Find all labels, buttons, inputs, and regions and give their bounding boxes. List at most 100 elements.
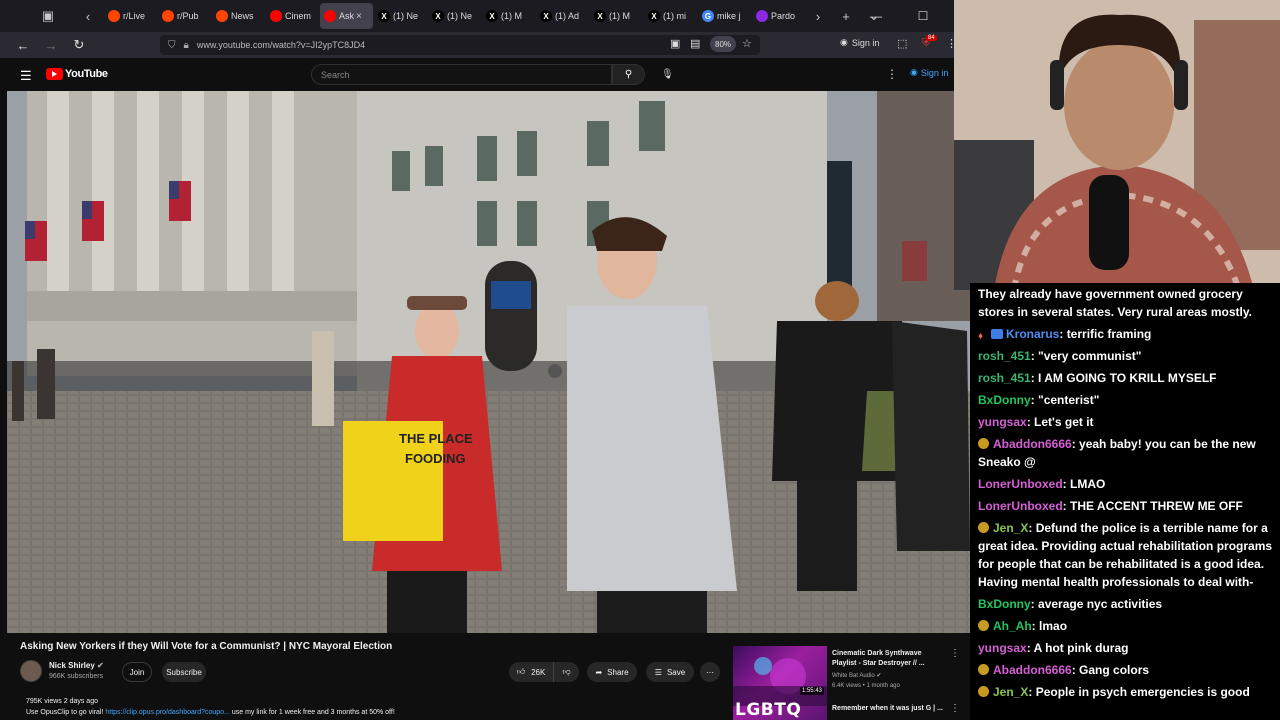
scroll-tabs-left-icon[interactable]: ‹ <box>76 4 100 28</box>
chat-username[interactable]: LonerUnboxed <box>978 499 1063 513</box>
chat-separator: : <box>1026 415 1035 429</box>
channel-avatar[interactable] <box>20 660 42 682</box>
browser-tab-label: (1) Ne <box>393 11 419 21</box>
browser-tab[interactable]: X (1) M <box>482 3 535 29</box>
browser-tab[interactable]: r/Pub <box>158 3 211 29</box>
save-button[interactable]: ☰ Save <box>646 662 694 682</box>
browser-tab-label: (1) M <box>501 11 522 21</box>
chat-username[interactable]: BxDonny <box>978 393 1031 407</box>
channel-name[interactable]: Nick Shirley ✔ <box>49 661 104 670</box>
settings-dots-icon[interactable]: ⋮ <box>886 67 898 81</box>
chat-username[interactable]: yungsax <box>978 641 1027 655</box>
browser-tab-strip: ▣ ‹ r/Live r/Pub News Cinem Ask × X (1) Ne X (1) … <box>0 0 954 32</box>
browser-tab[interactable]: Cinem <box>266 3 319 29</box>
search-placeholder: Search <box>321 69 350 80</box>
chat-text: Let's get it <box>1034 415 1094 429</box>
microphone-icon[interactable]: 🎙︎ <box>657 64 678 85</box>
more-actions-icon[interactable]: ⋯ <box>700 662 720 682</box>
share-label: Share <box>607 667 629 677</box>
maximize-icon[interactable]: ☐ <box>913 6 933 26</box>
recommended-thumbnail[interactable]: 1:55:43 LGBTQ <box>733 646 827 720</box>
back-icon[interactable]: ← <box>12 34 34 56</box>
user-badge-icon: ♦ <box>978 331 984 342</box>
chat-username[interactable]: yungsax <box>978 415 1027 429</box>
x-icon: X <box>594 10 606 22</box>
video-player[interactable]: THE PLACE FOODING <box>7 91 970 633</box>
browser-tab[interactable]: X (1) Ad <box>536 3 589 29</box>
account-circle-icon: ◉ <box>910 67 918 77</box>
shield-icon[interactable]: ⛉ <box>168 40 176 51</box>
chat-text: LMAO <box>1070 477 1106 491</box>
chat-text: A hot pink durag <box>1033 641 1129 655</box>
recommended-menu-icon-next[interactable]: ⋮ <box>950 703 960 714</box>
tab-overview-icon[interactable]: ▣ <box>36 4 60 28</box>
recommended-menu-icon[interactable]: ⋮ <box>950 648 960 659</box>
browser-tab[interactable]: X (1) mi <box>644 3 697 29</box>
recommended-channel-text: White Bat Audio <box>832 673 875 679</box>
minimize-icon[interactable]: — <box>866 6 886 26</box>
forward-icon[interactable]: → <box>40 34 62 56</box>
chat-text: Gang colors <box>1079 663 1150 677</box>
reader-view-icon[interactable]: ▤ <box>690 37 700 50</box>
chat-username[interactable]: Abaddon6666 <box>993 663 1072 677</box>
browser-tab[interactable]: r/Live <box>104 3 157 29</box>
video-frame: THE PLACE FOODING <box>7 91 970 633</box>
verified-icon: ✔ <box>97 661 104 670</box>
svg-text:FOODING: FOODING <box>405 451 466 466</box>
chat-username[interactable]: BxDonny <box>978 597 1031 611</box>
reload-icon[interactable]: ↻ <box>68 34 90 56</box>
recommended-title[interactable]: Cinematic Dark Synthwave Playlist - Star… <box>832 649 947 669</box>
chat-username[interactable]: Jen_X <box>993 685 1028 699</box>
browser-tab-label: (1) Ad <box>555 11 580 21</box>
hamburger-menu-icon[interactable]: ☰ <box>20 68 32 84</box>
chat-username[interactable]: LonerUnboxed <box>978 477 1063 491</box>
description-link[interactable]: https://clip.opus.pro/dashboard?coupo... <box>105 709 230 716</box>
reddit-icon <box>162 10 174 22</box>
verified-icon: ✔ <box>876 673 882 679</box>
chat-message: ♦ Kronarus: terrific framing <box>978 323 1274 345</box>
like-count: 26K <box>531 667 546 677</box>
chat-username[interactable]: rosh_451 <box>978 371 1031 385</box>
picture-icon[interactable]: ▣ <box>670 37 680 50</box>
recommended-channel[interactable]: White Bat Audio ✔ <box>832 672 881 679</box>
chat-message: LonerUnboxed: THE ACCENT THREW ME OFF <box>978 495 1274 517</box>
browser-tab[interactable]: X (1) M <box>590 3 643 29</box>
recommended-title-next[interactable]: Remember when it was just G | ... <box>832 705 943 712</box>
browser-tab[interactable]: Gmike j <box>698 3 751 29</box>
bookmark-star-icon[interactable]: ☆ <box>742 37 752 50</box>
search-icon[interactable]: ⚲ <box>612 64 645 85</box>
share-button[interactable]: ➦ Share <box>587 662 637 682</box>
browser-tab[interactable]: X (1) Ne <box>374 3 427 29</box>
save-label: Save <box>666 667 686 677</box>
browser-tab[interactable]: News <box>212 3 265 29</box>
chat-username[interactable]: Kronarus <box>1006 327 1059 341</box>
dislike-button[interactable]: 👎︎ <box>553 662 579 682</box>
chat-username[interactable]: Abaddon6666 <box>993 437 1072 451</box>
scroll-tabs-right-icon[interactable]: › <box>806 4 830 28</box>
browser-tab[interactable]: Ask × <box>320 3 373 29</box>
new-tab-icon[interactable]: + <box>834 4 858 28</box>
close-tab-icon[interactable]: × <box>356 11 362 22</box>
chat-username[interactable]: rosh_451 <box>978 349 1031 363</box>
google-icon: G <box>702 10 714 22</box>
extensions-icon[interactable]: ⬚ <box>897 37 907 50</box>
join-button[interactable]: Join <box>122 662 152 682</box>
browser-tab[interactable]: X (1) Ne <box>428 3 481 29</box>
search-input[interactable]: Search <box>311 64 612 85</box>
browser-tab[interactable]: Pardo <box>752 3 805 29</box>
subscribe-button[interactable]: Subscribe <box>162 662 206 682</box>
browser-tab-label: Cinem <box>285 11 312 21</box>
browser-signin-button[interactable]: ◉ Sign in <box>840 37 879 48</box>
share-icon: ➦ <box>595 667 603 677</box>
youtube-signin-button[interactable]: ◉ Sign in <box>910 67 948 78</box>
chat-username[interactable]: Ah_Ah <box>993 619 1032 633</box>
youtube-logo[interactable]: YouTube <box>46 68 108 80</box>
chat-separator: : <box>1062 477 1071 491</box>
chat-message: Jen_X: Defund the police is a terrible n… <box>978 517 1274 593</box>
zoom-level-badge[interactable]: 80% <box>710 36 737 52</box>
like-button[interactable]: 👍︎ 26K <box>509 662 553 682</box>
live-chat: They already have government owned groce… <box>970 283 1280 720</box>
headphones <box>1050 60 1064 110</box>
chat-username[interactable]: Jen_X <box>993 521 1028 535</box>
lock-icon[interactable]: 🔒︎ <box>184 40 189 51</box>
